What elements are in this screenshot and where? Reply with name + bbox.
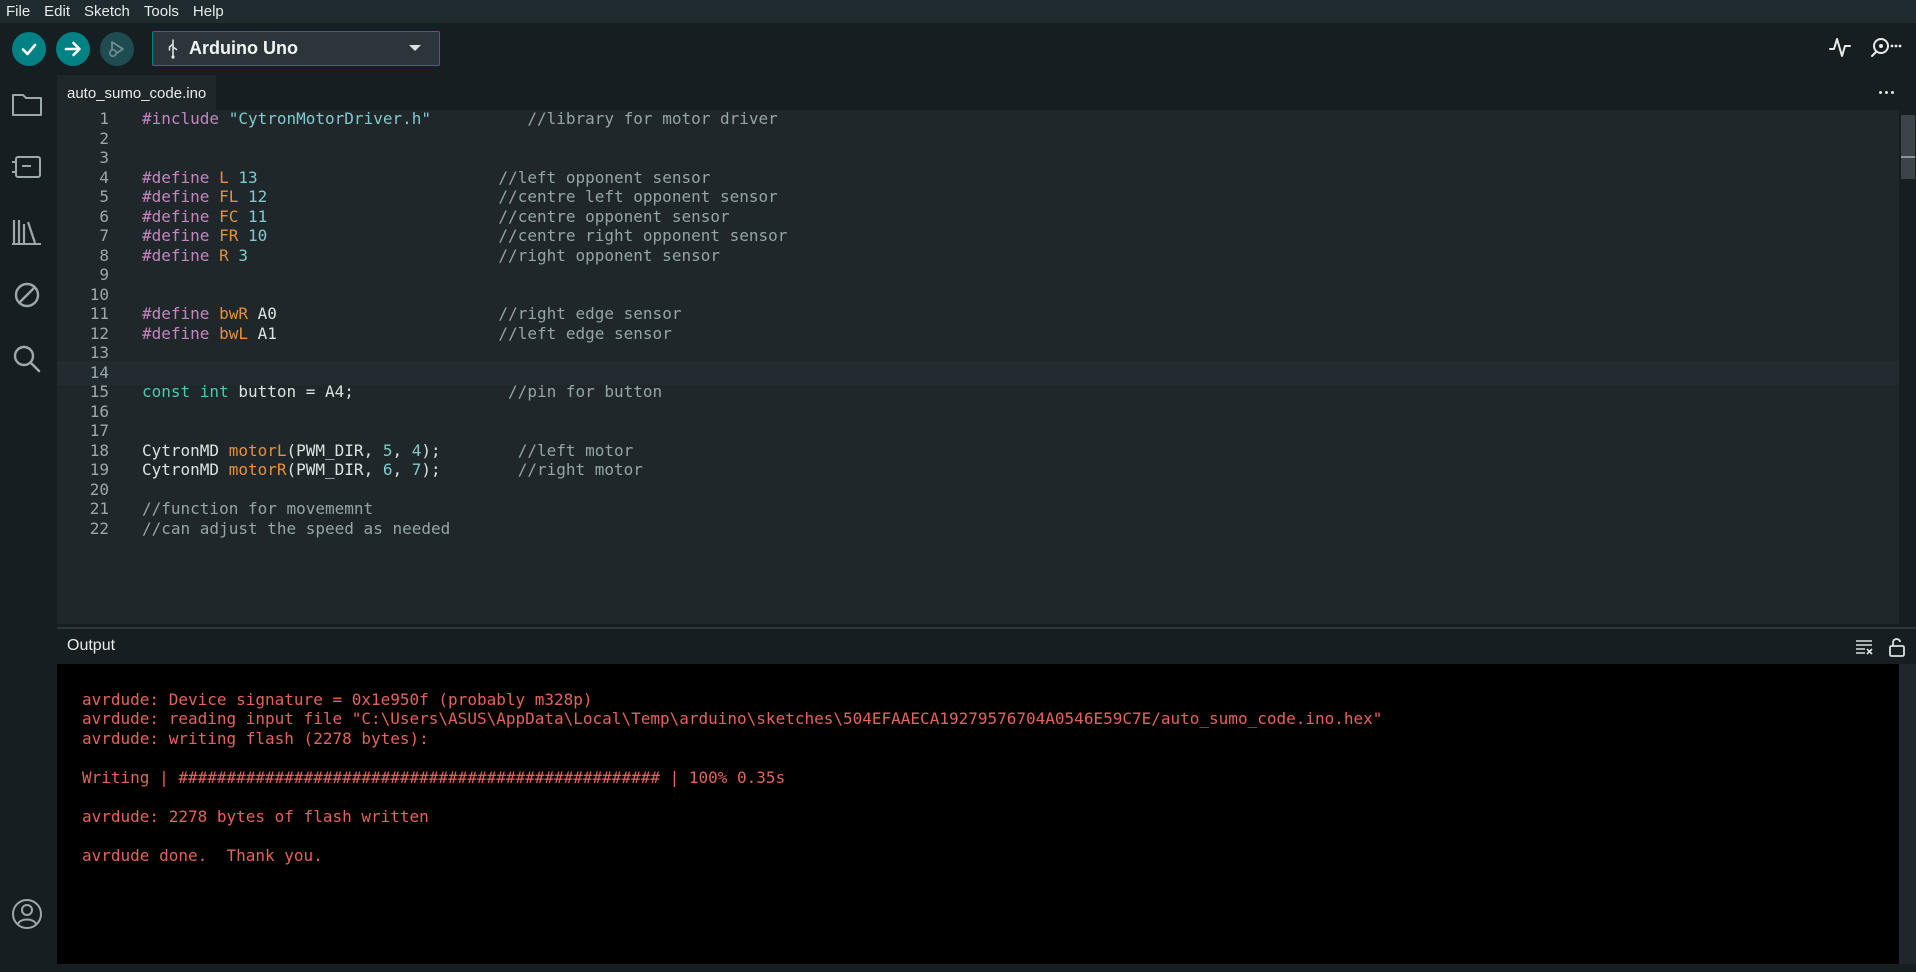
menu-sketch[interactable]: Sketch [78,0,138,23]
output-scrollbar[interactable] [1899,664,1916,964]
output-line: avrdude: writing flash (2278 bytes): [82,728,429,748]
output-console[interactable]: avrdude: Device signature = 0x1e950f (pr… [57,664,1899,964]
output-line: Writing | ##############################… [82,767,786,787]
menu-file[interactable]: File [0,0,38,23]
sketchbook-button[interactable] [10,87,44,121]
search-icon [13,345,41,373]
serial-plotter-icon [1829,38,1851,57]
upload-button[interactable] [56,32,90,66]
toolbar: Arduino Uno [0,23,1916,75]
serial-monitor-button[interactable] [1870,34,1904,60]
output-panel-header: Output [57,627,1916,664]
debug-icon [108,41,124,58]
editor-scrollbar[interactable] [1900,115,1916,624]
boards-manager-icon [12,156,41,178]
code-line[interactable]: 22 //can adjust the speed as needed [57,517,1899,541]
editor-scroll-thumb[interactable] [1901,115,1915,179]
check-icon [21,43,37,56]
menu-edit[interactable]: Edit [38,0,78,23]
lock-open-icon[interactable] [1888,637,1906,657]
usb-icon [167,38,179,59]
tab-auto-sumo-code[interactable]: auto_sumo_code.ino [57,75,217,111]
code-text: //can adjust the speed as needed [142,518,451,538]
output-line: avrdude: 2278 bytes of flash written [82,806,429,826]
board-selector[interactable]: Arduino Uno [152,31,440,66]
menu-bar: File Edit Sketch Tools Help [0,0,1916,23]
debug-disabled-icon [14,282,40,308]
serial-plotter-button[interactable] [1828,34,1852,60]
clear-output-icon[interactable] [1854,637,1874,657]
board-name: Arduino Uno [189,38,298,58]
line-number: 22 [89,518,109,538]
account-icon [12,899,42,929]
left-sidebar [0,75,55,972]
menu-help[interactable]: Help [187,0,232,23]
tab-bar: auto_sumo_code.ino [57,75,1916,111]
folder-icon [12,94,42,116]
status-bar [0,964,1916,972]
boards-manager-button[interactable] [10,150,44,184]
code-editor[interactable]: 1 #include "CytronMotorDriver.h" //librar… [57,110,1899,624]
menu-tools[interactable]: Tools [138,0,187,23]
serial-monitor-icon [1871,38,1902,57]
editor-scroll-marker [1901,156,1915,158]
debug-panel-button[interactable] [10,278,44,312]
account-button[interactable] [10,897,44,931]
debug-button[interactable] [100,32,134,66]
arrow-right-icon [64,41,81,57]
more-options-icon[interactable] [1879,91,1894,94]
verify-button[interactable] [12,32,46,66]
chevron-down-icon [409,45,421,51]
output-line: avrdude done. Thank you. [82,845,323,865]
output-title: Output [67,637,116,654]
search-button[interactable] [10,342,44,376]
